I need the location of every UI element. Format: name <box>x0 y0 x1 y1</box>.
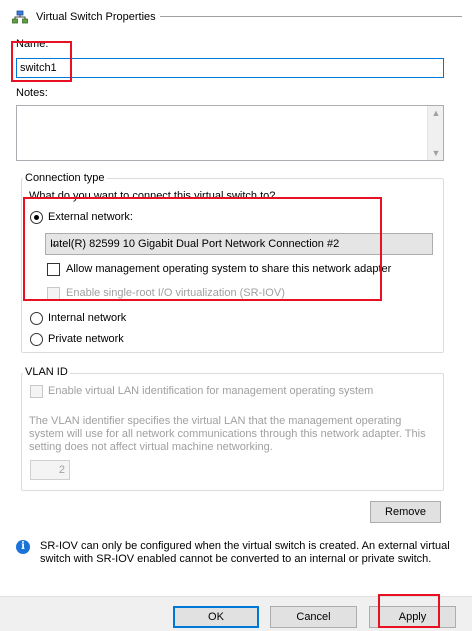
sriov-checkbox <box>47 287 60 300</box>
vlan-id-field: 2 <box>30 460 70 480</box>
dialog-title: Virtual Switch Properties <box>36 11 156 23</box>
vlan-title: VLAN ID <box>23 366 70 378</box>
name-field[interactable] <box>16 58 444 78</box>
title-divider <box>160 16 462 17</box>
notes-scrollbar[interactable]: ▲ ▼ <box>427 106 443 160</box>
internal-network-label[interactable]: Internal network <box>48 312 126 324</box>
vlan-enable-label: Enable virtual LAN identification for ma… <box>48 385 374 397</box>
private-network-label[interactable]: Private network <box>48 333 124 345</box>
chevron-down-icon[interactable]: ⌄ <box>50 236 428 250</box>
connection-type-title: Connection type <box>23 172 107 184</box>
notes-label: Notes: <box>16 87 48 99</box>
remove-button[interactable]: Remove <box>370 501 441 523</box>
network-switch-icon <box>12 10 28 24</box>
ok-button[interactable]: OK <box>173 606 259 628</box>
allow-management-checkbox[interactable] <box>47 263 60 276</box>
sriov-label: Enable single-root I/O virtualization (S… <box>66 287 285 299</box>
name-label: Name: <box>16 38 49 50</box>
connection-question: What do you want to connect this virtual… <box>29 190 276 202</box>
cancel-button[interactable]: Cancel <box>270 606 357 628</box>
notes-field[interactable]: ▲ ▼ <box>16 105 444 161</box>
sriov-info-text: SR-IOV can only be configured when the v… <box>40 540 450 565</box>
external-network-radio[interactable] <box>30 211 43 224</box>
scroll-up-icon[interactable]: ▲ <box>428 106 444 120</box>
vlan-description: The VLAN identifier specifies the virtua… <box>29 415 426 453</box>
internal-network-radio[interactable] <box>30 312 43 325</box>
private-network-radio[interactable] <box>30 333 43 346</box>
allow-management-label[interactable]: Allow management operating system to sha… <box>66 263 391 275</box>
info-icon: i <box>16 540 30 554</box>
dialog-header: Virtual Switch Properties <box>12 8 156 26</box>
scroll-down-icon[interactable]: ▼ <box>428 146 444 160</box>
network-adapter-select[interactable]: Intel(R) 82599 10 Gigabit Dual Port Netw… <box>45 233 433 255</box>
vlan-enable-checkbox <box>30 385 43 398</box>
external-network-label[interactable]: External network: <box>48 211 133 223</box>
apply-button[interactable]: Apply <box>369 606 456 628</box>
